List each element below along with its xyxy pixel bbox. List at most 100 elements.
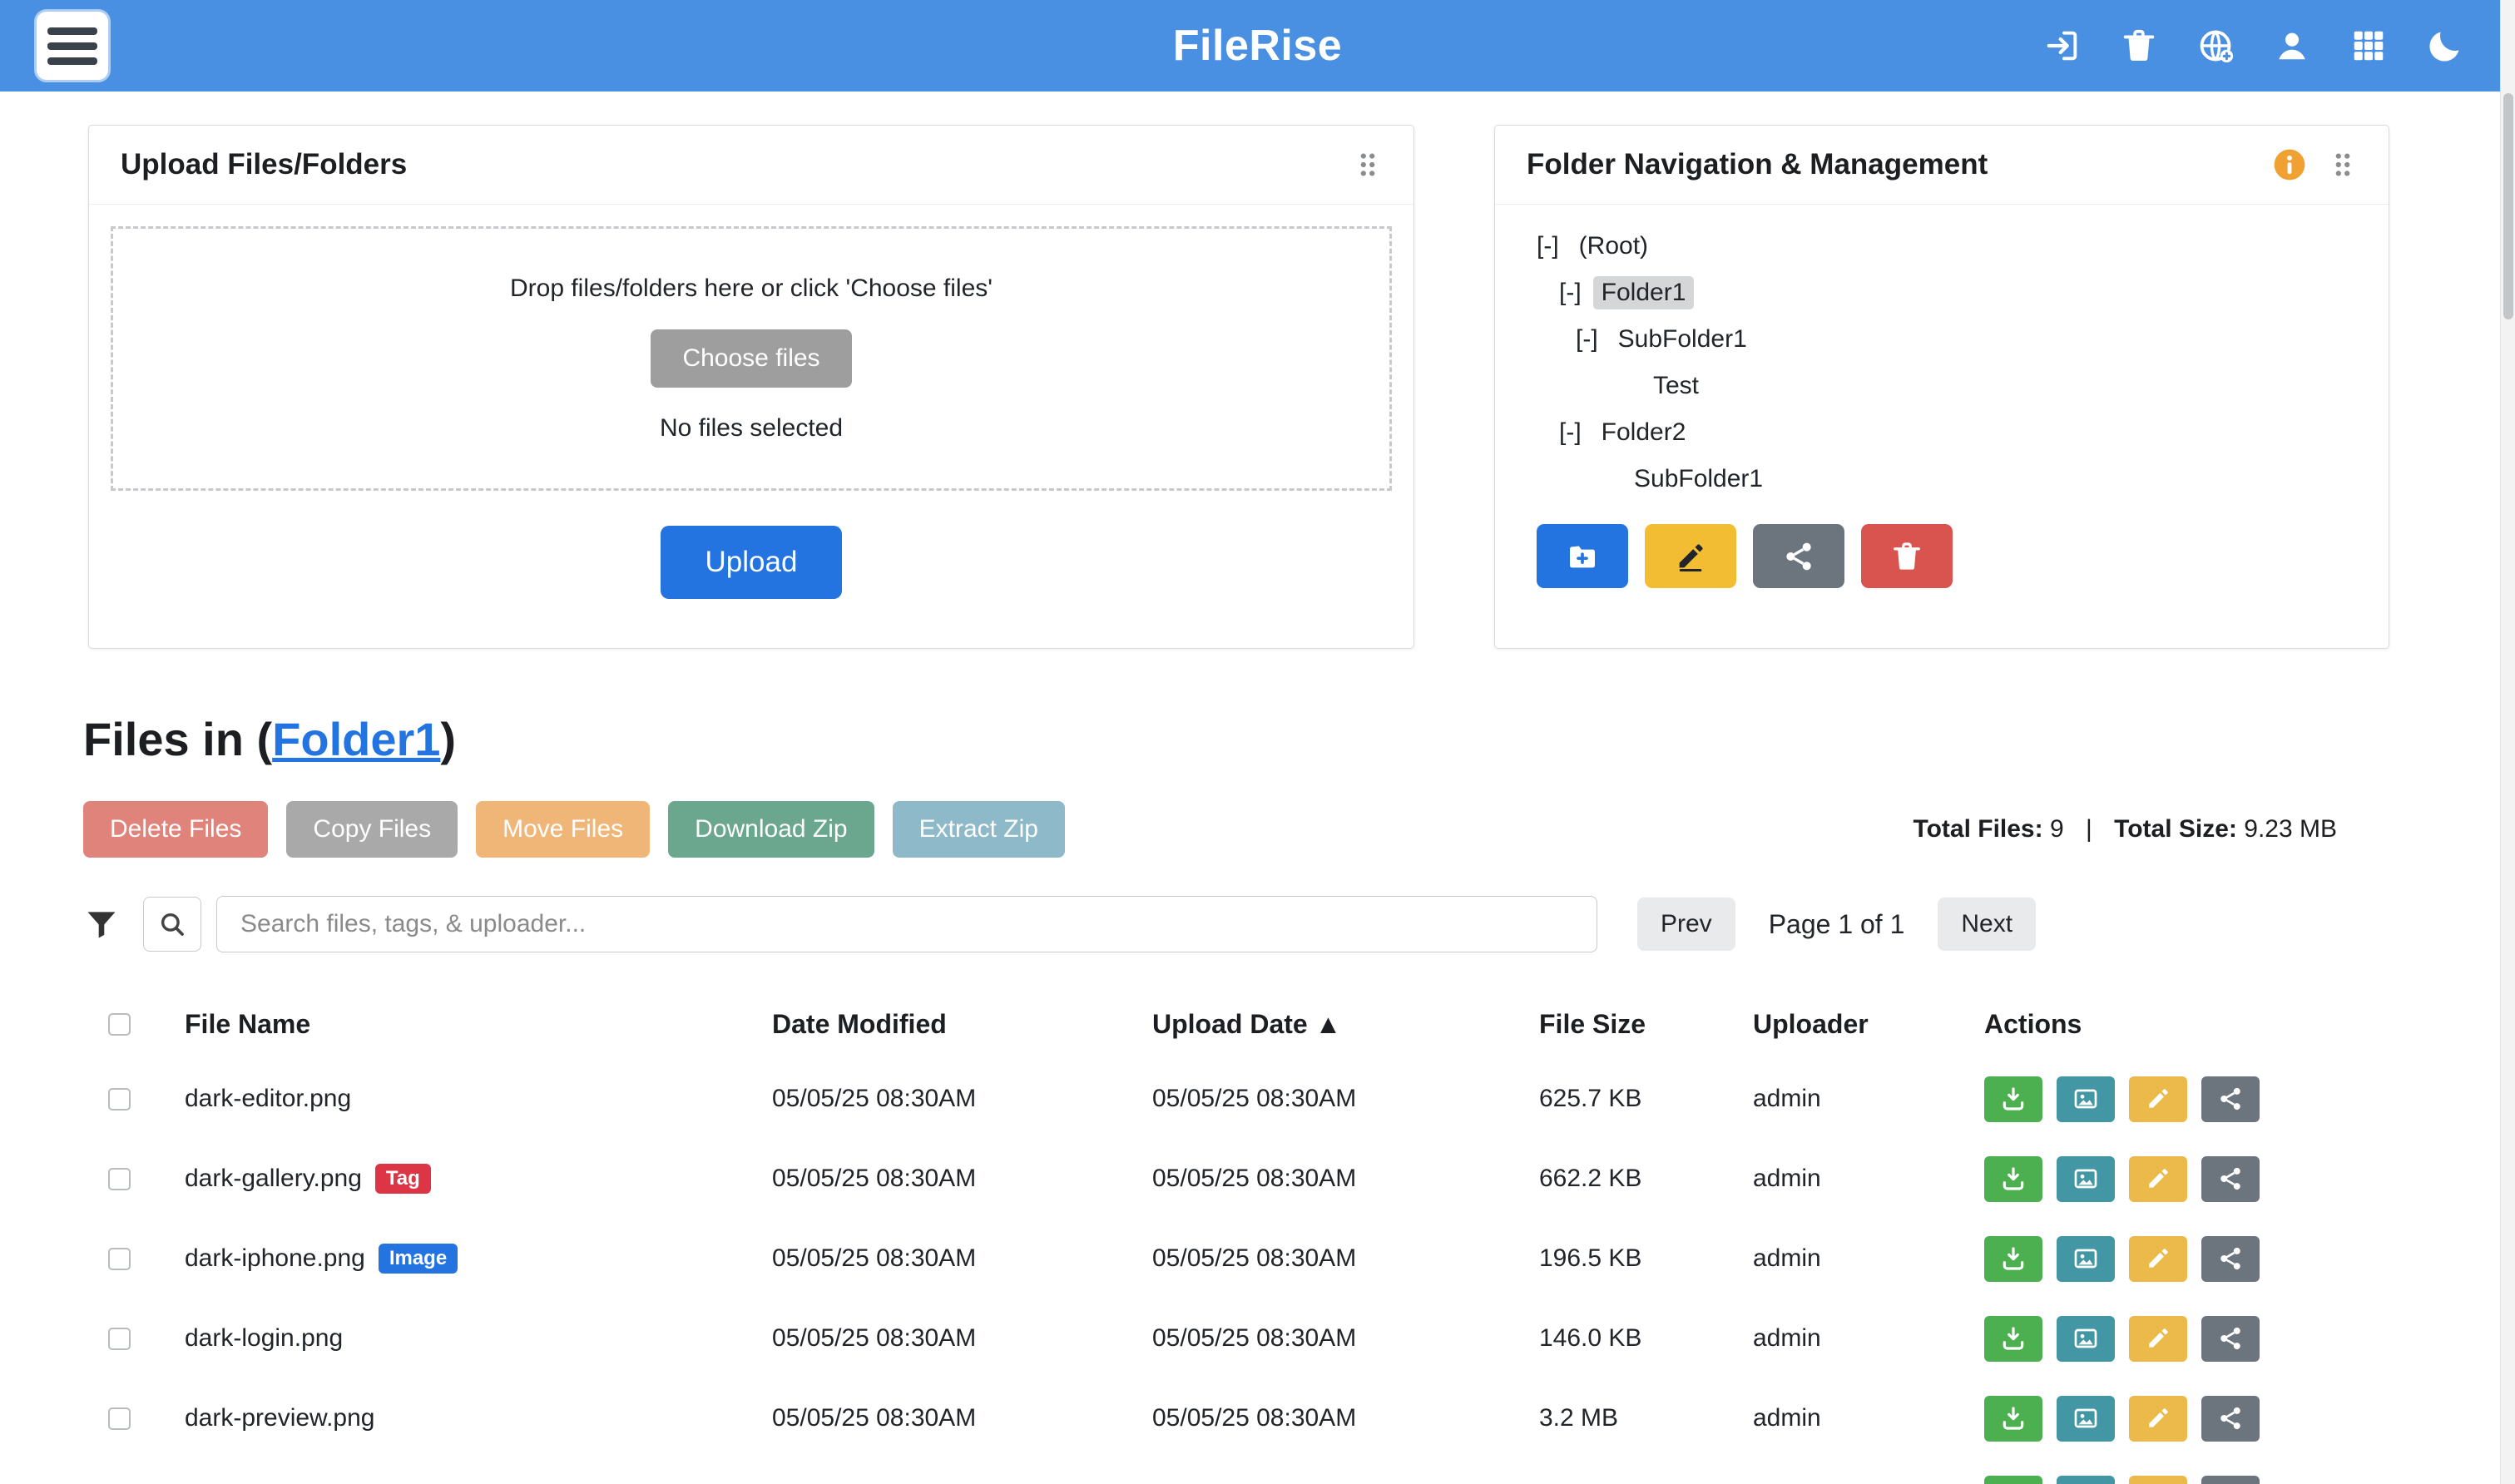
prev-page-button[interactable]: Prev (1637, 898, 1735, 951)
row-checkbox[interactable] (108, 1407, 131, 1430)
download-zip-button[interactable]: Download Zip (668, 801, 874, 858)
select-all-checkbox[interactable] (108, 1013, 131, 1036)
share-icon[interactable] (2201, 1396, 2260, 1442)
tree-label-subfolder1[interactable]: SubFolder1 (1610, 323, 1755, 356)
pagination: Prev Page 1 of 1 Next (1637, 898, 2036, 951)
drag-handle-icon[interactable] (1354, 147, 1382, 182)
table-row: dark-login.png 05/05/25 08:30AM 05/05/25… (83, 1298, 2390, 1378)
tree-toggle[interactable]: [-] (1537, 232, 1559, 260)
page-scrollbar[interactable] (2500, 0, 2515, 1484)
sign-in-icon[interactable] (2042, 26, 2082, 66)
download-icon[interactable] (1984, 1076, 2042, 1122)
row-checkbox[interactable] (108, 1088, 131, 1111)
main-content: Files in (Folder1) Delete Files Copy Fil… (0, 712, 2515, 1484)
totals-separator: | (2086, 815, 2092, 843)
download-icon[interactable] (1984, 1156, 2042, 1202)
share-icon[interactable] (2201, 1476, 2260, 1484)
download-icon[interactable] (1984, 1396, 2042, 1442)
folder-card-title: Folder Navigation & Management (1527, 148, 2272, 181)
search-input[interactable] (216, 896, 1597, 952)
tree-label-subfolder1-2[interactable]: SubFolder1 (1626, 463, 1771, 496)
preview-image-icon[interactable] (2057, 1476, 2115, 1484)
tree-label-test[interactable]: Test (1645, 369, 1707, 403)
filter-icon[interactable] (83, 906, 120, 942)
row-checkbox[interactable] (108, 1168, 131, 1190)
tree-label-root[interactable]: (Root) (1571, 230, 1656, 263)
file-dropzone[interactable]: Drop files/folders here or click 'Choose… (111, 226, 1392, 491)
download-icon[interactable] (1984, 1316, 2042, 1362)
row-actions (1984, 1236, 2390, 1282)
col-uploader[interactable]: Uploader (1753, 1009, 1984, 1040)
choose-files-button[interactable]: Choose files (651, 329, 851, 388)
dark-mode-icon[interactable] (2425, 26, 2465, 66)
delete-files-button[interactable]: Delete Files (83, 801, 268, 858)
menu-icon[interactable] (37, 12, 108, 80)
preview-image-icon[interactable] (2057, 1076, 2115, 1122)
upload-button[interactable]: Upload (661, 526, 843, 599)
grid-view-icon[interactable] (2349, 26, 2389, 66)
upload-card-header: Upload Files/Folders (89, 126, 1413, 205)
col-upload-date[interactable]: Upload Date ▲ (1152, 1009, 1539, 1040)
edit-icon[interactable] (2129, 1156, 2187, 1202)
copy-files-button[interactable]: Copy Files (286, 801, 458, 858)
row-checkbox[interactable] (108, 1248, 131, 1270)
totals-summary: Total Files: 9 | Total Size: 9.23 MB (1913, 815, 2337, 843)
folder-action-buttons (1537, 524, 2389, 588)
download-icon[interactable] (1984, 1236, 2042, 1282)
tree-item-subfolder1: [-] SubFolder1 (1495, 316, 2389, 363)
total-size-label: Total Size: (2114, 815, 2237, 843)
table-row: dark-preview.png 05/05/25 08:30AM 05/05/… (83, 1378, 2390, 1458)
create-folder-button[interactable] (1537, 524, 1628, 588)
col-date-modified[interactable]: Date Modified (772, 1009, 1152, 1040)
share-icon[interactable] (2201, 1316, 2260, 1362)
delete-folder-button[interactable] (1861, 524, 1953, 588)
download-icon[interactable] (1984, 1476, 2042, 1484)
upload-date: 05/05/25 08:30AM (1152, 1165, 1539, 1193)
share-icon[interactable] (2201, 1076, 2260, 1122)
current-folder-link[interactable]: Folder1 (272, 713, 440, 765)
table-header-row: File Name Date Modified Upload Date ▲ Fi… (83, 989, 2390, 1059)
preview-image-icon[interactable] (2057, 1316, 2115, 1362)
user-icon[interactable] (2272, 26, 2312, 66)
move-files-button[interactable]: Move Files (476, 801, 650, 858)
scrollbar-thumb[interactable] (2503, 93, 2513, 319)
info-icon[interactable] (2272, 147, 2307, 182)
col-file-size[interactable]: File Size (1539, 1009, 1753, 1040)
row-checkbox[interactable] (108, 1328, 131, 1350)
file-size: 196.5 KB (1539, 1244, 1753, 1273)
upload-date: 05/05/25 08:30AM (1152, 1324, 1539, 1353)
preview-image-icon[interactable] (2057, 1396, 2115, 1442)
share-icon[interactable] (2201, 1156, 2260, 1202)
col-file-name[interactable]: File Name (185, 1009, 772, 1040)
share-globe-icon[interactable] (2196, 26, 2235, 66)
next-page-button[interactable]: Next (1938, 898, 2036, 951)
col-actions: Actions (1984, 1009, 2390, 1040)
menu-bar (47, 27, 97, 35)
tree-label-folder2[interactable]: Folder2 (1593, 416, 1695, 449)
no-files-text: No files selected (660, 414, 843, 443)
tree-toggle[interactable]: [-] (1559, 418, 1582, 447)
tag-badge: Tag (375, 1164, 431, 1194)
edit-icon[interactable] (2129, 1316, 2187, 1362)
share-folder-button[interactable] (1753, 524, 1844, 588)
file-size: 625.7 KB (1539, 1085, 1753, 1113)
edit-icon[interactable] (2129, 1236, 2187, 1282)
tree-toggle[interactable]: [-] (1576, 325, 1598, 354)
search-button[interactable] (143, 897, 201, 952)
preview-image-icon[interactable] (2057, 1156, 2115, 1202)
tree-label-folder1[interactable]: Folder1 (1593, 276, 1695, 309)
menu-bar (47, 57, 97, 65)
edit-icon[interactable] (2129, 1076, 2187, 1122)
tree-toggle[interactable]: [-] (1559, 279, 1582, 307)
edit-icon[interactable] (2129, 1476, 2187, 1484)
extract-zip-button[interactable]: Extract Zip (893, 801, 1065, 858)
rename-folder-button[interactable] (1645, 524, 1736, 588)
uploader: admin (1753, 1244, 1984, 1273)
preview-image-icon[interactable] (2057, 1236, 2115, 1282)
edit-icon[interactable] (2129, 1396, 2187, 1442)
trash-icon[interactable] (2119, 26, 2159, 66)
drag-handle-icon[interactable] (2329, 147, 2357, 182)
file-name: dark-preview.png (185, 1404, 374, 1432)
total-size-value: 9.23 MB (2244, 815, 2337, 843)
share-icon[interactable] (2201, 1236, 2260, 1282)
